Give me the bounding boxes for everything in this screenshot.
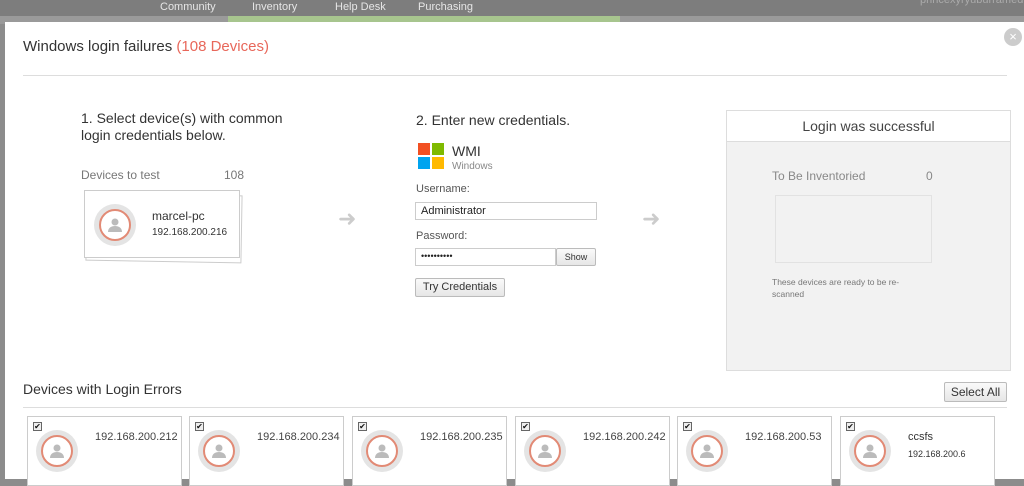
- os-label: Windows: [452, 161, 493, 172]
- avatar: [849, 430, 891, 472]
- select-all-button[interactable]: Select All: [944, 382, 1007, 402]
- divider: [23, 75, 1007, 76]
- avatar: [686, 430, 728, 472]
- user-icon: [538, 444, 552, 458]
- step1-heading: 1. Select device(s) with common login cre…: [81, 110, 283, 144]
- empty-drop-area: [775, 195, 932, 263]
- success-panel: Login was successful To Be Inventoried 0…: [726, 110, 1011, 371]
- device-name: ccsfs: [908, 431, 934, 443]
- user-icon: [108, 218, 122, 232]
- avatar: [94, 204, 136, 246]
- user-icon: [50, 444, 64, 458]
- device-count: (108 Devices): [176, 38, 269, 55]
- try-credentials-button[interactable]: Try Credentials: [415, 278, 505, 297]
- devices-to-test-count: 108: [224, 168, 245, 182]
- avatar: [36, 430, 78, 472]
- device-ip: 192.168.200.53: [745, 431, 822, 443]
- device-checkbox[interactable]: ✔: [846, 422, 855, 431]
- nav-community[interactable]: Community: [160, 1, 216, 14]
- device-checkbox[interactable]: ✔: [358, 422, 367, 431]
- arrow-right-icon: ➜: [338, 206, 357, 231]
- to-be-inventoried-label: To Be Inventoried: [772, 169, 866, 183]
- nav-inventory[interactable]: Inventory: [252, 1, 297, 14]
- user-name[interactable]: princexyryuburramed: [920, 0, 1023, 6]
- top-nav: Community Inventory Help Desk Purchasing…: [0, 0, 1024, 16]
- step2-heading: 2. Enter new credentials.: [416, 112, 571, 128]
- protocol-label: WMI: [452, 143, 481, 159]
- success-header: Login was successful: [727, 111, 1010, 142]
- nav-help-desk[interactable]: Help Desk: [335, 1, 386, 14]
- device-ip: 192.168.200.216: [152, 227, 228, 238]
- error-device-card[interactable]: ✔ ccsfs 192.168.200.6: [840, 416, 995, 486]
- device-ip: 192.168.200.212: [95, 431, 178, 443]
- nav-purchasing[interactable]: Purchasing: [418, 1, 473, 14]
- step1-line2: login credentials below.: [81, 127, 226, 143]
- user-icon: [375, 444, 389, 458]
- username-label: Username:: [416, 183, 470, 195]
- error-device-card[interactable]: ✔ 192.168.200.234: [189, 416, 344, 486]
- avatar: [198, 430, 240, 472]
- device-ip: 192.168.200.6: [908, 449, 966, 459]
- password-label: Password:: [416, 230, 468, 242]
- close-icon[interactable]: ×: [1004, 28, 1022, 46]
- user-icon: [863, 444, 877, 458]
- step1-line1: 1. Select device(s) with common: [81, 110, 283, 126]
- error-device-card[interactable]: ✔ 192.168.200.212: [27, 416, 182, 486]
- device-checkbox[interactable]: ✔: [683, 422, 692, 431]
- device-checkbox[interactable]: ✔: [195, 422, 204, 431]
- device-checkbox[interactable]: ✔: [33, 422, 42, 431]
- devices-to-test-label: Devices to test: [81, 168, 160, 182]
- username-input[interactable]: Administrator: [415, 202, 597, 220]
- device-card[interactable]: marcel-pc 192.168.200.216: [84, 190, 240, 258]
- to-be-inventoried-count: 0: [926, 169, 933, 183]
- device-checkbox[interactable]: ✔: [521, 422, 530, 431]
- device-ip: 192.168.200.234: [257, 431, 340, 443]
- avatar: [524, 430, 566, 472]
- title-text: Windows login failures: [23, 38, 173, 55]
- login-failures-modal: Windows login failures (108 Devices) × 1…: [5, 22, 1024, 486]
- error-device-card[interactable]: ✔ 192.168.200.53: [677, 416, 832, 486]
- avatar: [361, 430, 403, 472]
- password-input[interactable]: ••••••••••: [415, 248, 556, 266]
- windows-logo-icon: [418, 143, 444, 169]
- arrow-right-icon: ➜: [642, 206, 661, 231]
- modal-title: Windows login failures (108 Devices): [23, 38, 269, 55]
- divider: [23, 407, 1007, 408]
- device-name: marcel-pc: [152, 209, 205, 223]
- error-device-card[interactable]: ✔ 192.168.200.235: [352, 416, 507, 486]
- user-icon: [700, 444, 714, 458]
- success-note: These devices are ready to be re-scanned: [772, 277, 900, 299]
- show-password-button[interactable]: Show: [556, 248, 596, 266]
- device-ip: 192.168.200.242: [583, 431, 666, 443]
- user-icon: [212, 444, 226, 458]
- errors-title: Devices with Login Errors: [23, 381, 182, 397]
- error-device-card[interactable]: ✔ 192.168.200.242: [515, 416, 670, 486]
- device-ip: 192.168.200.235: [420, 431, 503, 443]
